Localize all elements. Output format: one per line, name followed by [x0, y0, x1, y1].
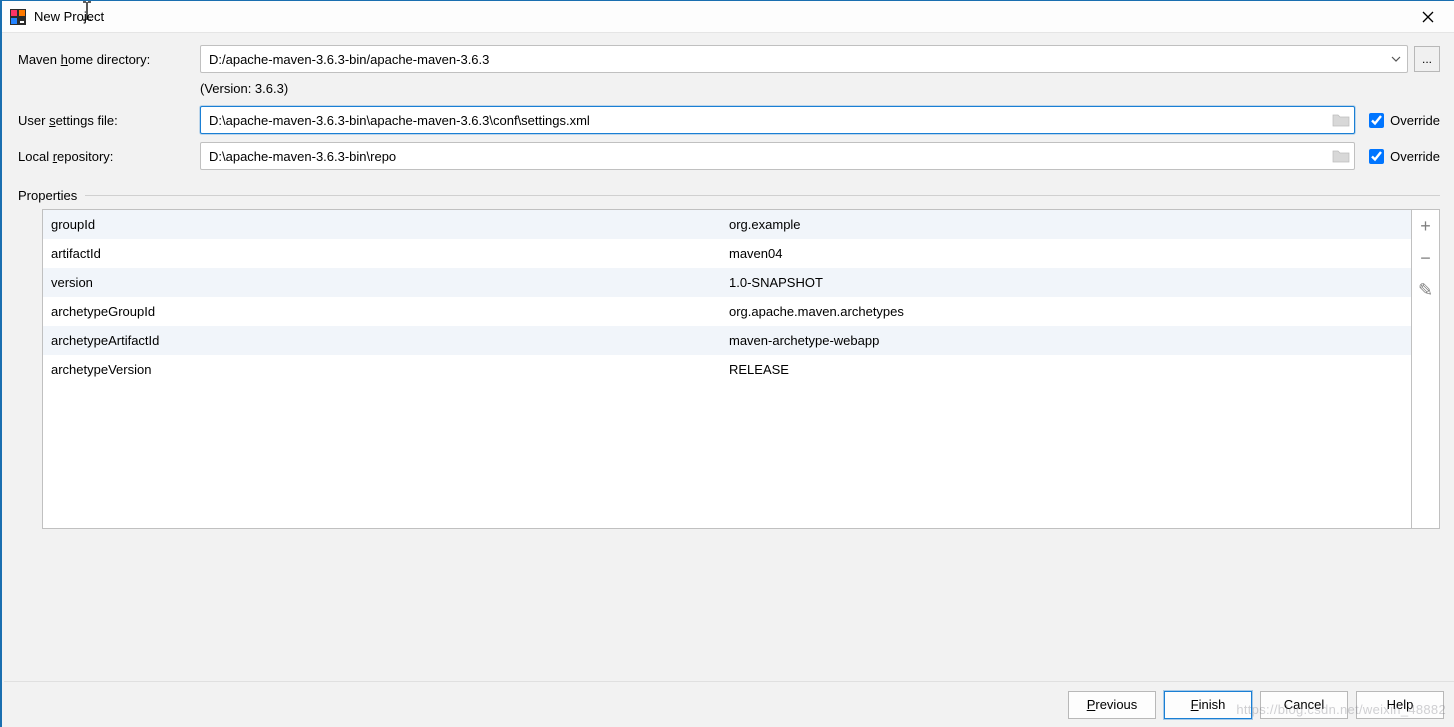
maven-version-text: (Version: 3.6.3): [200, 81, 1440, 96]
property-value: maven-archetype-webapp: [727, 333, 1411, 348]
table-row[interactable]: artifactIdmaven04: [43, 239, 1411, 268]
intellij-icon: [10, 9, 26, 25]
user-settings-input[interactable]: D:\apache-maven-3.6.3-bin\apache-maven-3…: [200, 106, 1355, 134]
property-value: org.example: [727, 217, 1411, 232]
properties-table[interactable]: groupIdorg.exampleartifactIdmaven04versi…: [42, 209, 1412, 529]
window-close-button[interactable]: [1408, 3, 1448, 31]
maven-home-label: Maven home directory:: [18, 52, 200, 67]
previous-button[interactable]: Previous: [1068, 691, 1156, 719]
user-settings-value: D:\apache-maven-3.6.3-bin\apache-maven-3…: [209, 113, 1332, 128]
properties-section-header: Properties: [18, 188, 1440, 203]
property-key: groupId: [43, 217, 727, 232]
minus-icon: −: [1420, 248, 1431, 269]
edit-property-button[interactable]: ✎: [1413, 274, 1439, 306]
local-repo-input[interactable]: D:\apache-maven-3.6.3-bin\repo: [200, 142, 1355, 170]
table-row[interactable]: version1.0-SNAPSHOT: [43, 268, 1411, 297]
override-label: Override: [1390, 113, 1440, 128]
titlebar: New Project: [2, 1, 1454, 33]
chevron-down-icon: [1391, 56, 1401, 62]
window-title: New Project: [34, 9, 104, 24]
local-repo-label: Local repository:: [18, 149, 200, 164]
properties-label: Properties: [18, 188, 77, 203]
add-property-button[interactable]: +: [1413, 210, 1439, 242]
user-settings-override-checkbox[interactable]: [1369, 113, 1384, 128]
property-value: 1.0-SNAPSHOT: [727, 275, 1411, 290]
property-value: RELEASE: [727, 362, 1411, 377]
local-repo-override-checkbox[interactable]: [1369, 149, 1384, 164]
table-row[interactable]: archetypeGroupIdorg.apache.maven.archety…: [43, 297, 1411, 326]
properties-toolbar: + − ✎: [1412, 209, 1440, 529]
property-key: artifactId: [43, 246, 727, 261]
maven-home-browse-button[interactable]: ...: [1414, 46, 1440, 72]
help-button[interactable]: Help: [1356, 691, 1444, 719]
user-settings-override[interactable]: Override: [1369, 113, 1440, 128]
folder-icon[interactable]: [1332, 113, 1350, 127]
close-icon: [1422, 11, 1434, 23]
divider: [85, 195, 1440, 196]
folder-icon[interactable]: [1332, 149, 1350, 163]
property-key: archetypeGroupId: [43, 304, 727, 319]
property-key: archetypeArtifactId: [43, 333, 727, 348]
plus-icon: +: [1420, 216, 1431, 237]
property-value: maven04: [727, 246, 1411, 261]
property-value: org.apache.maven.archetypes: [727, 304, 1411, 319]
maven-home-value: D:/apache-maven-3.6.3-bin/apache-maven-3…: [209, 52, 1391, 67]
finish-button[interactable]: Finish: [1164, 691, 1252, 719]
cancel-button[interactable]: Cancel: [1260, 691, 1348, 719]
property-key: version: [43, 275, 727, 290]
pencil-icon: ✎: [1418, 280, 1433, 301]
local-repo-override[interactable]: Override: [1369, 149, 1440, 164]
local-repo-value: D:\apache-maven-3.6.3-bin\repo: [209, 149, 1332, 164]
override-label: Override: [1390, 149, 1440, 164]
remove-property-button[interactable]: −: [1413, 242, 1439, 274]
user-settings-label: User settings file:: [18, 113, 200, 128]
property-key: archetypeVersion: [43, 362, 727, 377]
table-row[interactable]: groupIdorg.example: [43, 210, 1411, 239]
dialog-footer: Previous Finish Cancel Help: [4, 681, 1454, 727]
table-row[interactable]: archetypeArtifactIdmaven-archetype-webap…: [43, 326, 1411, 355]
maven-home-combo[interactable]: D:/apache-maven-3.6.3-bin/apache-maven-3…: [200, 45, 1408, 73]
table-row[interactable]: archetypeVersionRELEASE: [43, 355, 1411, 384]
ellipsis-icon: ...: [1422, 52, 1432, 66]
